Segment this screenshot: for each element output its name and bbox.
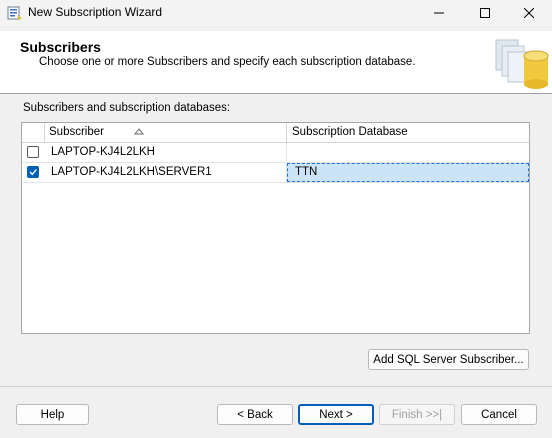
wizard-header: Subscribers Choose one or more Subscribe… bbox=[0, 31, 552, 94]
select-column-header[interactable] bbox=[22, 123, 45, 142]
title-bar: New Subscription Wizard bbox=[0, 0, 552, 26]
page-description: Choose one or more Subscribers and speci… bbox=[39, 56, 416, 68]
help-button[interactable]: Help bbox=[16, 404, 89, 425]
sort-ascending-icon bbox=[134, 128, 144, 135]
wizard-app-icon bbox=[7, 6, 22, 20]
subscriber-cell[interactable]: LAPTOP-KJ4L2LKH\SERVER1 bbox=[44, 163, 287, 182]
minimize-button[interactable] bbox=[416, 0, 462, 26]
database-column-header[interactable]: Subscription Database bbox=[287, 123, 529, 142]
row-checkbox-cell[interactable] bbox=[22, 163, 44, 182]
subscriber-name: LAPTOP-KJ4L2LKH\SERVER1 bbox=[51, 166, 212, 178]
finish-button[interactable]: Finish >>| bbox=[379, 404, 455, 425]
grid-label: Subscribers and subscription databases: bbox=[23, 102, 231, 114]
database-column-label: Subscription Database bbox=[292, 126, 408, 138]
minimize-icon bbox=[434, 12, 444, 14]
back-button[interactable]: < Back bbox=[217, 404, 293, 425]
table-row[interactable]: LAPTOP-KJ4L2LKH\SERVER1 TTN bbox=[22, 163, 529, 183]
table-row[interactable]: LAPTOP-KJ4L2LKH bbox=[22, 143, 529, 163]
database-cell[interactable]: TTN bbox=[287, 163, 529, 182]
database-name: TTN bbox=[295, 166, 318, 178]
subscribers-grid[interactable]: Subscriber Subscription Database LAPTOP-… bbox=[21, 122, 530, 334]
subscriber-name: LAPTOP-KJ4L2LKH bbox=[51, 146, 155, 158]
subscriber-column-label: Subscriber bbox=[49, 126, 104, 138]
grid-header: Subscriber Subscription Database bbox=[22, 123, 529, 143]
checkmark-icon bbox=[29, 169, 37, 176]
footer-separator bbox=[0, 386, 552, 387]
subscriber-cell[interactable]: LAPTOP-KJ4L2LKH bbox=[44, 143, 287, 162]
close-icon bbox=[524, 8, 534, 18]
page-title: Subscribers bbox=[20, 39, 101, 55]
row-checkbox-cell[interactable] bbox=[22, 143, 44, 162]
add-sql-server-subscriber-button[interactable]: Add SQL Server Subscriber... bbox=[368, 349, 529, 370]
next-button[interactable]: Next > bbox=[298, 404, 374, 425]
subscriber-checkbox[interactable] bbox=[27, 166, 39, 178]
subscriber-column-header[interactable]: Subscriber bbox=[44, 123, 287, 142]
close-button[interactable] bbox=[506, 0, 552, 26]
maximize-icon bbox=[480, 8, 490, 18]
database-cell[interactable] bbox=[287, 143, 529, 162]
window-title: New Subscription Wizard bbox=[28, 5, 163, 19]
cancel-button[interactable]: Cancel bbox=[461, 404, 537, 425]
subscriber-checkbox[interactable] bbox=[27, 146, 39, 158]
database-graphic-icon bbox=[495, 39, 549, 89]
maximize-button[interactable] bbox=[462, 0, 508, 26]
